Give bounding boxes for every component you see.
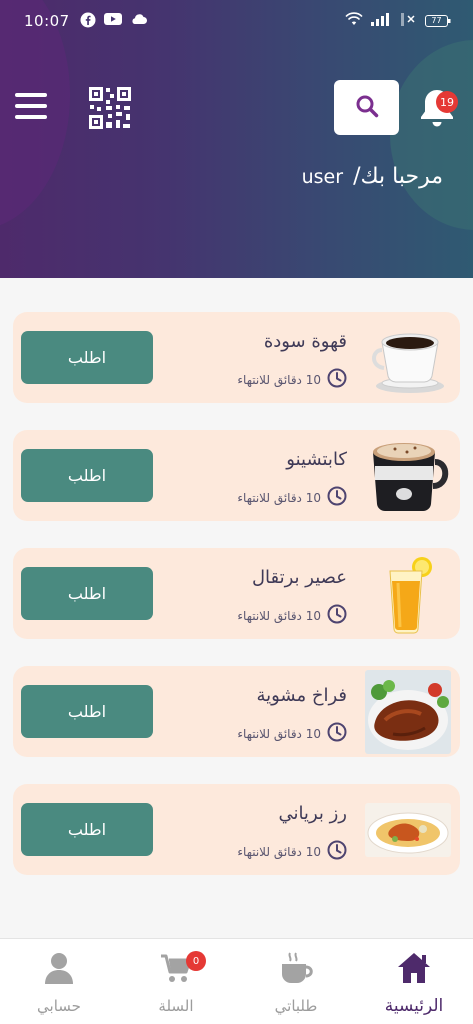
- clock-icon: [327, 486, 347, 509]
- clock-icon: [327, 604, 347, 627]
- biryani-rice-image: [364, 790, 452, 870]
- item-time: 10 دقائق للانتهاء: [237, 840, 347, 863]
- facebook-icon: [80, 12, 96, 32]
- status-bar: 10:07 77: [0, 0, 473, 42]
- menu-item-card: اطلب رز برياني 10 دقائق للانتهاء: [13, 784, 460, 875]
- item-title: رز برياني: [278, 803, 347, 824]
- username: user: [301, 166, 344, 188]
- menu-icon[interactable]: [15, 93, 47, 123]
- menu-item-card: اطلب كابتشينو 10 دقائق للانتهاء: [13, 430, 460, 521]
- notifications-button[interactable]: 19: [417, 86, 459, 130]
- nav-account-label: حسابي: [37, 997, 81, 1015]
- status-time: 10:07: [24, 12, 70, 30]
- orange-juice-image: [364, 554, 452, 634]
- grilled-chicken-image: [364, 670, 452, 754]
- search-button[interactable]: [334, 80, 399, 135]
- bottom-nav: الرئيسية طلباتي 0 السلة حسابي: [0, 938, 473, 1024]
- item-title: عصير برتقال: [251, 567, 347, 588]
- coffee-cup-image: [364, 318, 452, 398]
- menu-item-card: اطلب عصير برتقال 10 دقائق للانتهاء: [13, 548, 460, 639]
- nav-account[interactable]: حسابي: [9, 947, 109, 1019]
- youtube-icon: [104, 12, 122, 32]
- item-title: قهوة سودة: [263, 331, 347, 352]
- notification-badge: 19: [436, 91, 458, 113]
- order-button[interactable]: اطلب: [21, 331, 153, 384]
- nav-home-label: الرئيسية: [384, 996, 444, 1016]
- item-title: كابتشينو: [286, 449, 347, 470]
- item-time: 10 دقائق للانتهاء: [237, 604, 347, 627]
- order-button[interactable]: اطلب: [21, 567, 153, 620]
- order-button[interactable]: اطلب: [21, 803, 153, 856]
- header-decoration: [390, 40, 473, 230]
- order-button[interactable]: اطلب: [21, 449, 153, 502]
- bell-icon: [417, 90, 457, 132]
- menu-item-card: اطلب فراخ مشوية 10 دقائق للانتهاء: [13, 666, 460, 757]
- battery-icon: 77: [425, 14, 451, 28]
- home-icon: [396, 951, 432, 989]
- item-time: 10 دقائق للانتهاء: [237, 486, 347, 509]
- signal-icon: [371, 12, 393, 30]
- signal-off-icon: [401, 12, 417, 30]
- item-time: 10 دقائق للانتهاء: [237, 368, 347, 391]
- menu-item-card: اطلب قهوة سودة 10 دقائق للانتهاء: [13, 312, 460, 403]
- nav-cart[interactable]: 0 السلة: [126, 947, 226, 1019]
- greeting-text: مرحبا بك/: [353, 164, 443, 189]
- wifi-icon: [345, 12, 363, 30]
- cappuccino-mug-image: [364, 436, 452, 516]
- nav-orders-label: طلباتي: [274, 997, 318, 1015]
- clock-icon: [327, 368, 347, 391]
- header: 10:07 77 19 مرحبا بك/ user: [0, 0, 473, 278]
- battery-level: 77: [431, 16, 442, 25]
- clock-icon: [327, 840, 347, 863]
- order-button[interactable]: اطلب: [21, 685, 153, 738]
- cloud-icon: [130, 12, 148, 32]
- greeting: مرحبا بك/ user: [302, 164, 443, 189]
- nav-cart-label: السلة: [158, 997, 194, 1015]
- user-icon: [42, 951, 76, 989]
- nav-home[interactable]: الرئيسية: [364, 947, 464, 1019]
- coffee-cup-icon: [278, 951, 314, 991]
- search-icon: [354, 93, 380, 123]
- cart-badge: 0: [186, 951, 206, 971]
- clock-icon: [327, 722, 347, 745]
- nav-orders[interactable]: طلباتي: [246, 947, 346, 1019]
- qr-code-icon[interactable]: [88, 86, 132, 130]
- item-title: فراخ مشوية: [256, 685, 347, 706]
- item-time: 10 دقائق للانتهاء: [237, 722, 347, 745]
